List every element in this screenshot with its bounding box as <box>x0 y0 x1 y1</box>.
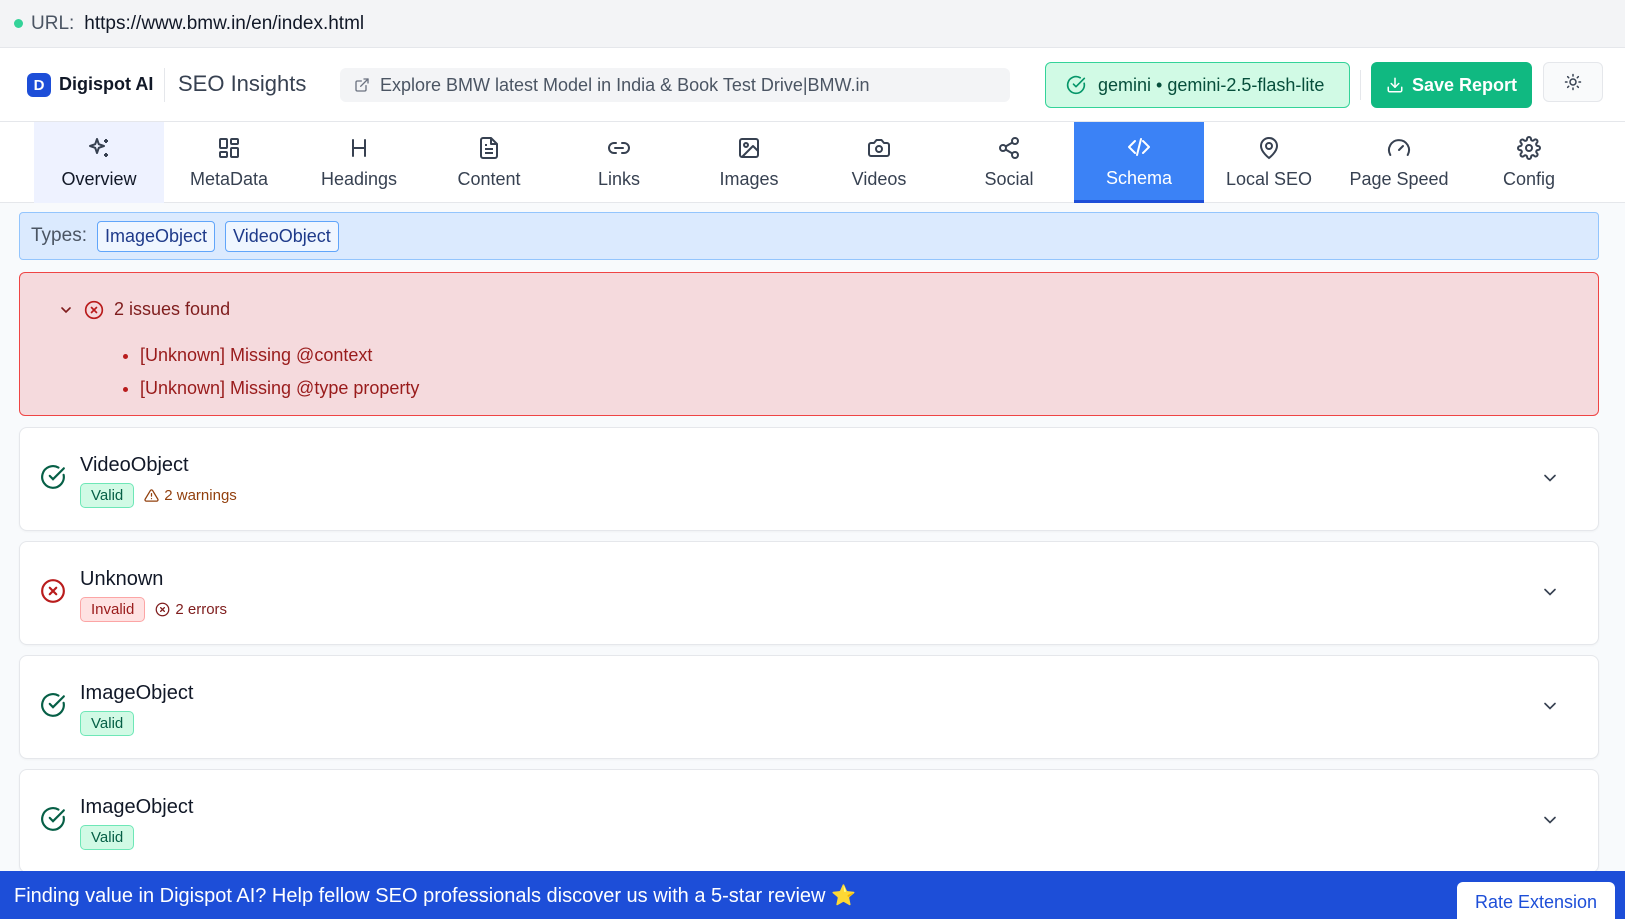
warnings-count: 2 warnings <box>164 487 237 504</box>
tab-label: Content <box>457 169 521 189</box>
warning-icon <box>144 489 159 502</box>
status-badge: Invalid <box>80 597 146 622</box>
rate-extension-button[interactable]: Rate Extension <box>1457 882 1615 919</box>
tab-overview[interactable]: Overview <box>34 122 164 203</box>
download-icon <box>1387 77 1403 93</box>
tab-label: Headings <box>320 169 398 189</box>
type-pill[interactable]: VideoObject <box>225 220 339 252</box>
issues-title: 2 issues found <box>114 299 231 319</box>
issue-item: [Unknown] Missing @type property <box>140 378 419 399</box>
tab-label: Videos <box>851 169 907 189</box>
share-icon <box>999 137 1019 159</box>
tab-label: Overview <box>61 169 137 189</box>
tab-label: Links <box>597 169 641 189</box>
app-header: D Digispot AI SEO Insights Explore BMW l… <box>0 48 1625 122</box>
x-circle-icon <box>41 579 65 603</box>
tab-schema[interactable]: Schema <box>1074 122 1204 203</box>
issue-item: [Unknown] Missing @context <box>140 345 419 366</box>
chevron-down-icon[interactable] <box>1540 582 1560 602</box>
tab-label: Local SEO <box>1225 169 1313 189</box>
tab-label: Images <box>719 169 779 189</box>
tab-metadata[interactable]: MetaData <box>164 122 294 203</box>
gauge-icon <box>1388 139 1410 156</box>
issues-panel: 2 issues found [Unknown] Missing @contex… <box>19 272 1599 416</box>
save-report-button[interactable]: Save Report <box>1371 62 1532 108</box>
tab-label: Page Speed <box>1349 169 1449 189</box>
status-badge: Valid <box>80 711 135 736</box>
types-label: Types: <box>31 225 87 246</box>
schema-name: ImageObject <box>80 796 194 818</box>
schema-types-bar: Types: ImageObject VideoObject <box>19 212 1599 260</box>
tab-headings[interactable]: Headings <box>294 122 424 203</box>
tab-videos[interactable]: Videos <box>814 122 944 203</box>
sun-icon <box>1564 73 1582 91</box>
issues-list: [Unknown] Missing @context [Unknown] Mis… <box>140 345 419 411</box>
external-link-icon <box>355 78 369 92</box>
status-badge: Valid <box>80 483 135 508</box>
logo: D <box>27 73 51 97</box>
sparkles-icon <box>89 138 108 157</box>
tab-config[interactable]: Config <box>1464 122 1594 203</box>
chevron-down-icon[interactable] <box>1540 810 1560 830</box>
schema-name: Unknown <box>80 568 164 590</box>
tab-label: MetaData <box>189 169 269 189</box>
code-icon <box>1128 137 1150 156</box>
tab-page-speed[interactable]: Page Speed <box>1334 122 1464 203</box>
check-circle-icon <box>1066 75 1086 95</box>
divider <box>164 68 165 102</box>
tab-images[interactable]: Images <box>684 122 814 203</box>
page-title-link[interactable]: Explore BMW latest Model in India & Book… <box>340 68 1010 102</box>
tab-label: Social <box>984 169 1034 189</box>
theme-toggle-button[interactable] <box>1543 62 1603 102</box>
grid-icon <box>219 138 239 158</box>
chevron-down-icon <box>61 306 71 313</box>
model-label: gemini • gemini-2.5-flash-lite <box>1098 74 1325 95</box>
status-badge: Valid <box>80 825 135 850</box>
check-circle-icon <box>41 465 65 489</box>
url-value[interactable]: https://www.bmw.in/en/index.html <box>84 13 364 35</box>
review-banner: Finding value in Digispot AI? Help fello… <box>0 871 1625 919</box>
x-circle-icon <box>155 602 170 617</box>
tab-label: Schema <box>1105 167 1173 188</box>
banner-text: Finding value in Digispot AI? Help fello… <box>14 884 856 907</box>
schema-name: ImageObject <box>80 682 194 704</box>
chevron-down-icon[interactable] <box>1540 696 1560 716</box>
tab-local-seo[interactable]: Local SEO <box>1204 122 1334 203</box>
check-circle-icon <box>41 693 65 717</box>
tab-content[interactable]: Content <box>424 122 554 203</box>
status-dot <box>14 19 23 28</box>
schema-card-imageobject[interactable]: ImageObject Valid <box>19 655 1599 759</box>
chevron-down-icon[interactable] <box>1540 468 1560 488</box>
issues-toggle[interactable]: 2 issues found <box>58 299 230 320</box>
x-circle-icon <box>84 300 104 319</box>
camera-icon <box>868 139 890 157</box>
document-icon <box>480 137 498 159</box>
save-report-label: Save Report <box>1411 74 1518 95</box>
heading-icon <box>352 139 366 157</box>
tab-label: Config <box>1502 169 1556 189</box>
url-bar: URL: https://www.bmw.in/en/index.html <box>0 0 1625 48</box>
gear-icon <box>1517 136 1541 160</box>
schema-card-videoobject[interactable]: VideoObject Valid 2 warnings <box>19 427 1599 531</box>
type-pill[interactable]: ImageObject <box>96 220 216 252</box>
link-icon <box>608 142 630 154</box>
image-icon <box>739 138 759 158</box>
tab-bar: Overview MetaData Headings Content Links… <box>0 122 1625 203</box>
brand-name: Digispot AI <box>59 74 154 94</box>
schema-card-imageobject[interactable]: ImageObject Valid <box>19 769 1599 873</box>
model-badge[interactable]: gemini • gemini-2.5-flash-lite <box>1045 62 1350 108</box>
page-title: Explore BMW latest Model in India & Book… <box>380 74 870 95</box>
schema-card-unknown[interactable]: Unknown Invalid 2 errors <box>19 541 1599 645</box>
schema-name: VideoObject <box>80 454 189 476</box>
check-circle-icon <box>41 807 65 831</box>
errors-count: 2 errors <box>175 601 228 618</box>
url-label: URL: <box>31 12 75 34</box>
tab-social[interactable]: Social <box>944 122 1074 203</box>
tab-links[interactable]: Links <box>554 122 684 203</box>
app-title: SEO Insights <box>178 71 307 96</box>
divider <box>1360 70 1361 100</box>
map-pin-icon <box>1259 137 1279 160</box>
